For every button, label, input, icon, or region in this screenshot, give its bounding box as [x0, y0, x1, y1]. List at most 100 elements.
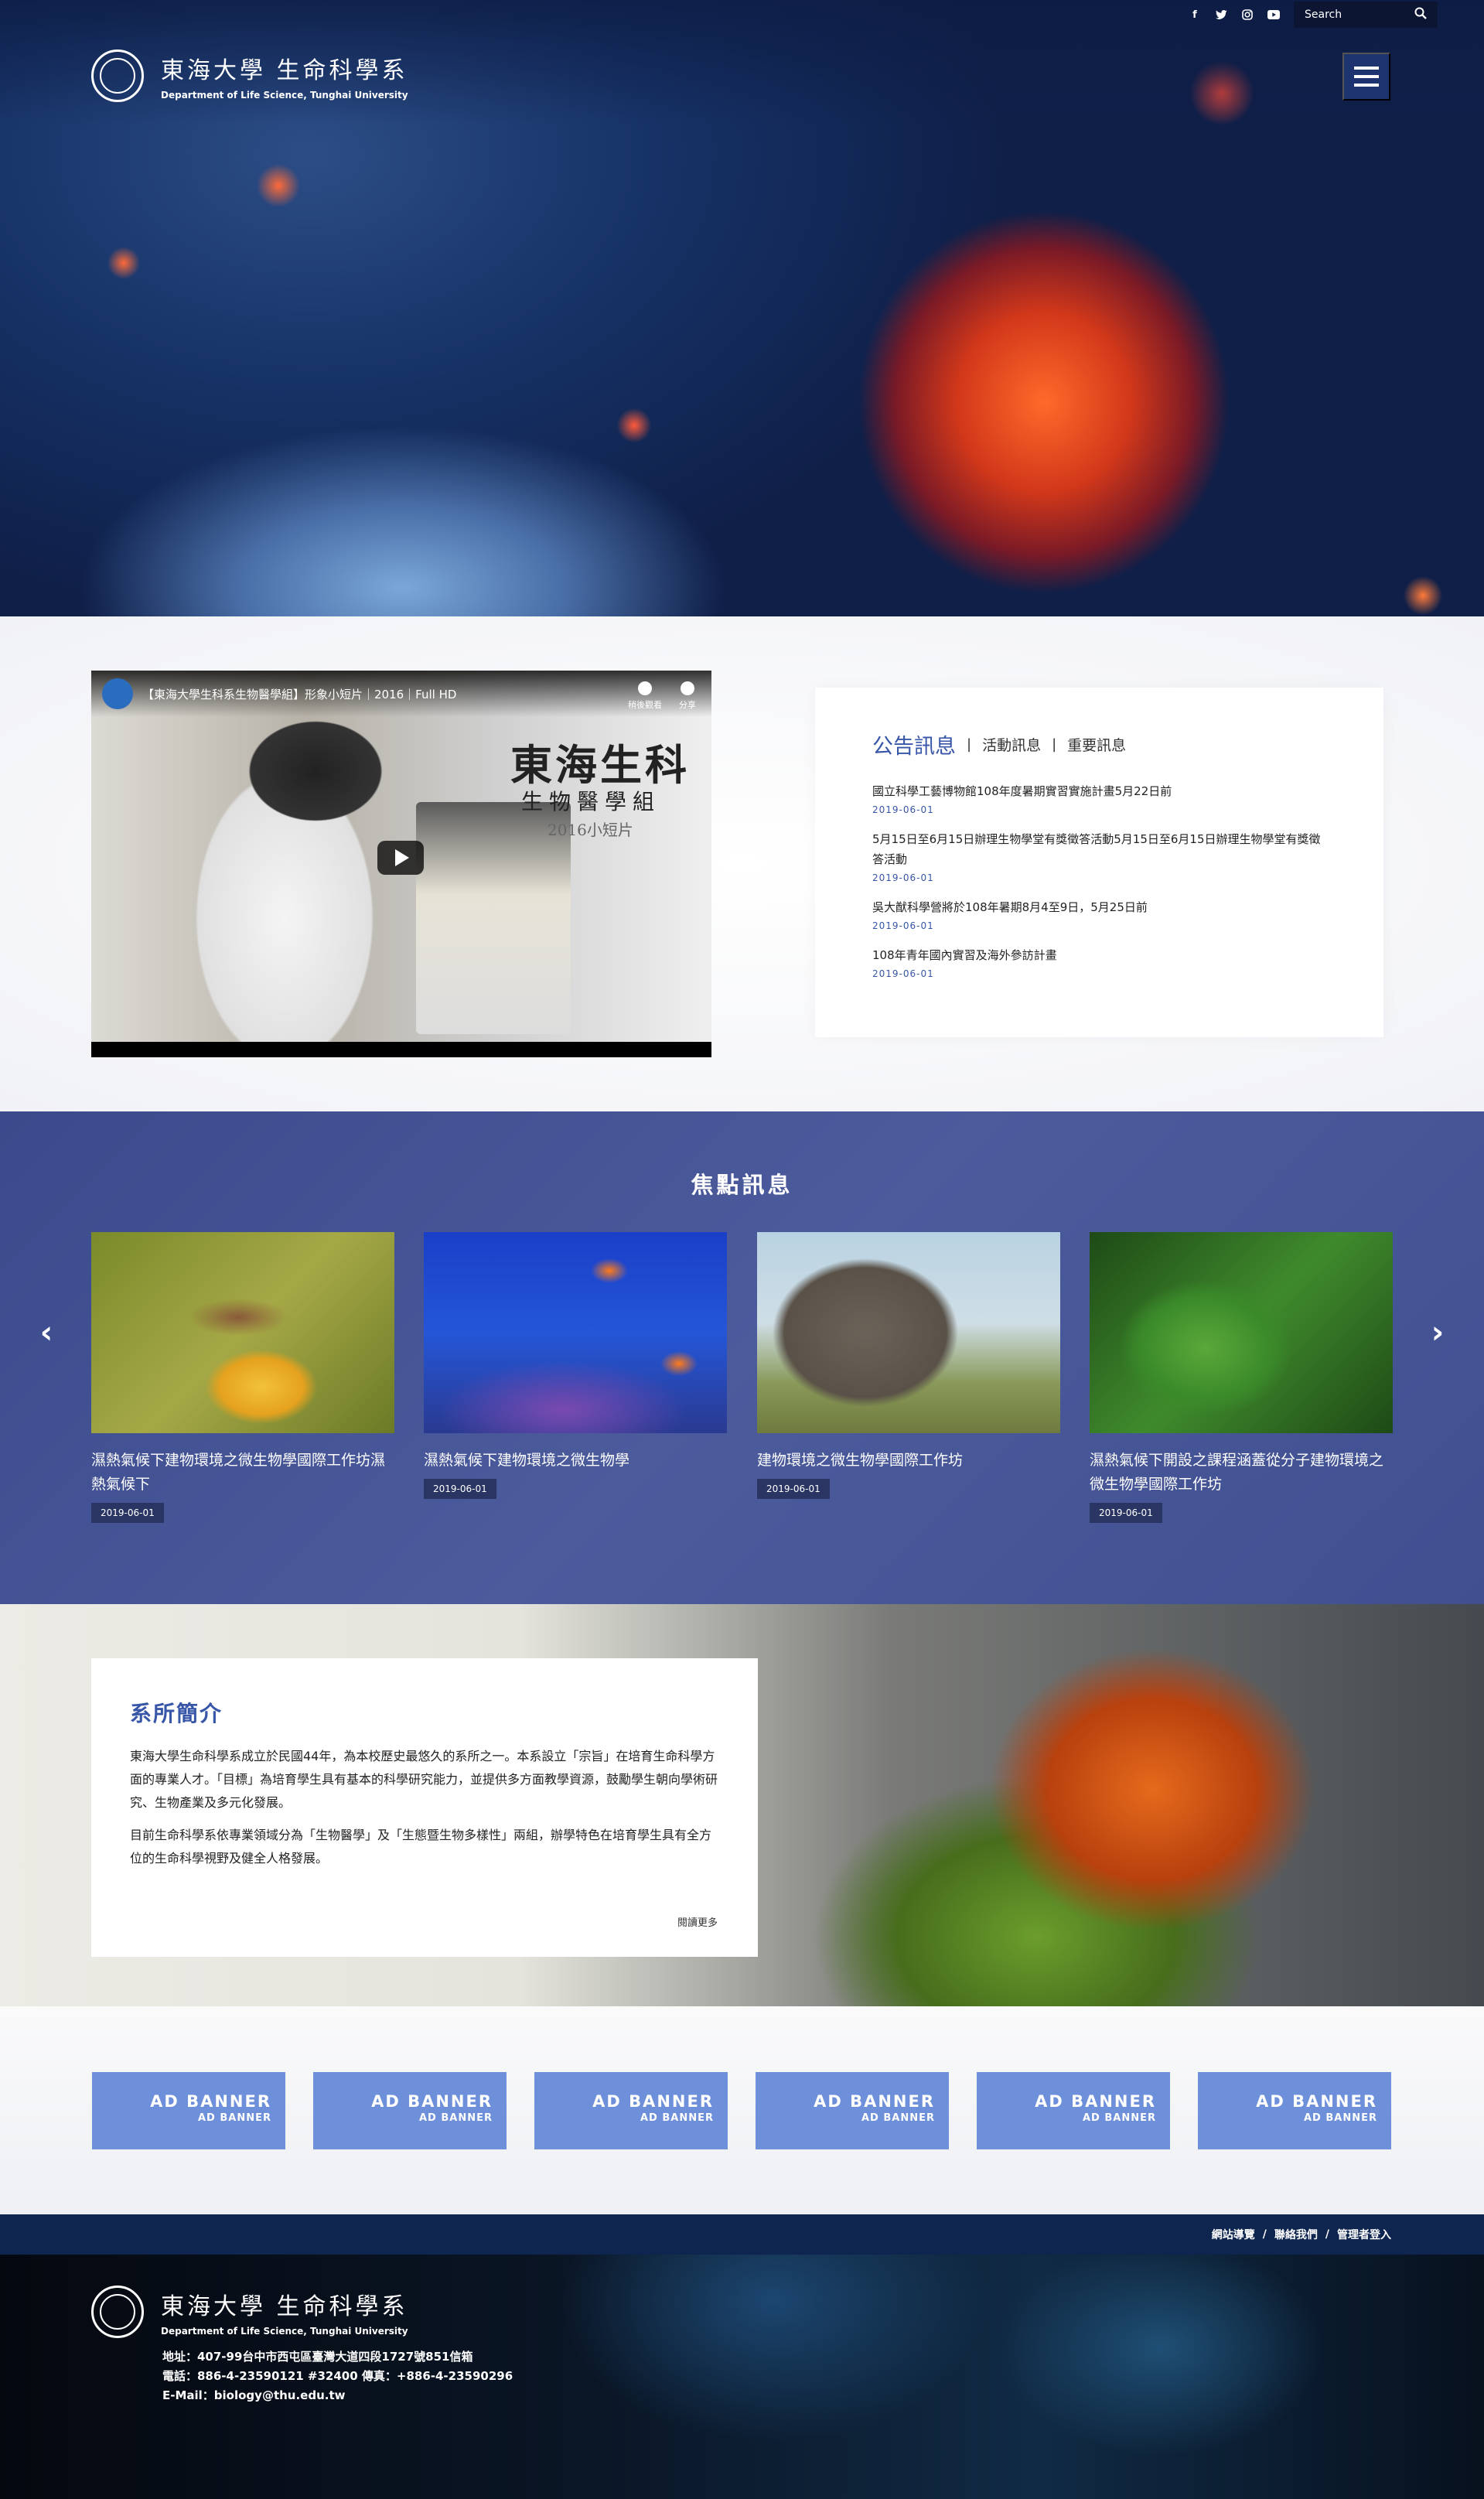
top-bar: f	[1189, 0, 1484, 29]
news-item[interactable]: 5月15日至6月15日辦理生物學堂有獎徵答活動5月15日至6月15日辦理生物學堂…	[872, 829, 1326, 883]
focus-card-title[interactable]: 建物環境之微生物學國際工作坊	[757, 1449, 1060, 1473]
news-date: 2019-06-01	[872, 804, 934, 815]
dragonfly-image[interactable]	[1090, 1232, 1393, 1433]
clownfish-image[interactable]	[424, 1232, 727, 1433]
news-date: 2019-06-01	[872, 968, 934, 979]
ad-banner-title: AD BANNER	[371, 2092, 493, 2111]
focus-card[interactable]: 建物環境之微生物學國際工作坊 2019-06-01	[757, 1232, 1060, 1499]
ad-banner[interactable]: AD BANNER AD BANNER	[756, 2072, 949, 2149]
focus-card-date: 2019-06-01	[1090, 1503, 1162, 1523]
footer-link-separator: /	[1325, 2228, 1329, 2241]
watch-later-label: 稍後觀看	[628, 700, 662, 710]
focus-section: 焦點訊息 ‹ › 濕熱氣候下建物環境之微生物學國際工作坊濕熱氣候下 2019-0…	[0, 1111, 1484, 1604]
footer: 東海大學 生命科學系 Department of Life Science, T…	[0, 2255, 1484, 2499]
clock-icon	[638, 681, 652, 695]
contact-info: 地址：407-99台中市西屯區臺灣大道四段1727號851信箱 電話：886-4…	[162, 2347, 513, 2405]
video-player[interactable]: 東海生科 生物醫學組 2016小短片 【東海大學生科系生物醫學組】形象小短片｜2…	[91, 671, 711, 1057]
watch-later-button[interactable]: 稍後觀看	[628, 681, 662, 711]
video-actions: 稍後觀看 分享	[628, 681, 696, 711]
news-item[interactable]: 108年青年國內實習及海外參訪計畫 2019-06-01	[872, 945, 1326, 979]
read-more-link[interactable]: 閱讀更多	[677, 1914, 718, 1929]
share-icon	[681, 681, 694, 695]
focus-card[interactable]: 濕熱氣候下建物環境之微生物學 2019-06-01	[424, 1232, 727, 1499]
ad-banner-section: AD BANNER AD BANNER AD BANNER AD BANNER AD…	[0, 2006, 1484, 2214]
ad-banner-subtitle: AD BANNER	[198, 2112, 271, 2124]
ad-banner-subtitle: AD BANNER	[419, 2112, 493, 2124]
ad-banner-subtitle: AD BANNER	[640, 2112, 714, 2124]
facebook-icon[interactable]: f	[1189, 9, 1201, 21]
channel-avatar[interactable]	[102, 678, 133, 709]
ad-banner-title: AD BANNER	[814, 2092, 935, 2111]
twitter-icon[interactable]	[1215, 9, 1227, 21]
focus-card[interactable]: 濕熱氣候下建物環境之微生物學國際工作坊濕熱氣候下 2019-06-01	[91, 1232, 394, 1523]
ad-banner[interactable]: AD BANNER AD BANNER	[534, 2072, 728, 2149]
focus-card-title[interactable]: 濕熱氣候下開設之課程涵蓋從分子建物環境之微生物學國際工作坊	[1090, 1449, 1393, 1497]
email-text: E-Mail：biology@thu.edu.tw	[162, 2388, 346, 2402]
address-text: 地址：407-99台中市西屯區臺灣大道四段1727號851信箱	[162, 2350, 473, 2364]
hamburger-menu-icon[interactable]	[1342, 53, 1390, 101]
news-item[interactable]: 國立科學工藝博物館108年度暑期實習實施計畫5月22日前 2019-06-01	[872, 781, 1326, 815]
focus-card[interactable]: 濕熱氣候下開設之課程涵蓋從分子建物環境之微生物學國際工作坊 2019-06-01	[1090, 1232, 1393, 1523]
ad-banner-title: AD BANNER	[592, 2092, 714, 2111]
news-tabs: 公告訊息 | 活動訊息 | 重要訊息	[872, 729, 1326, 760]
about-title: 系所簡介	[130, 1701, 223, 1726]
news-title[interactable]: 108年青年國內實習及海外參訪計畫	[872, 945, 1326, 965]
youtube-icon[interactable]	[1267, 9, 1280, 21]
about-paragraph: 東海大學生命科學系成立於民國44年，為本校歷史最悠久的系所之一。本系設立「宗旨」…	[130, 1749, 718, 1810]
ad-banner-title: AD BANNER	[1256, 2092, 1377, 2111]
search-input[interactable]	[1305, 9, 1405, 21]
focus-card-date: 2019-06-01	[91, 1503, 164, 1523]
search-icon[interactable]	[1414, 7, 1427, 22]
play-icon[interactable]	[377, 841, 424, 875]
footer-link-bar: 網站導覽 / 聯絡我們 / 管理者登入	[0, 2214, 1484, 2255]
intro-section: 東海生科 生物醫學組 2016小短片 【東海大學生科系生物醫學組】形象小短片｜2…	[0, 616, 1484, 1111]
video-title-bar: 【東海大學生科系生物醫學組】形象小短片｜2016｜Full HD	[91, 671, 711, 717]
video-caption: 2016小短片	[548, 821, 633, 839]
focus-card-date: 2019-06-01	[757, 1479, 830, 1499]
student-figure	[161, 717, 416, 1042]
footer-logo: 東海大學 生命科學系 Department of Life Science, T…	[91, 2286, 408, 2338]
news-date: 2019-06-01	[872, 872, 934, 883]
instagram-icon[interactable]	[1241, 9, 1254, 21]
news-title[interactable]: 5月15日至6月15日辦理生物學堂有獎徵答活動5月15日至6月15日辦理生物學堂…	[872, 829, 1326, 869]
hummingbird-image[interactable]	[91, 1232, 394, 1433]
video-title[interactable]: 【東海大學生科系生物醫學組】形象小短片｜2016｜Full HD	[142, 686, 456, 702]
news-panel: 公告訊息 | 活動訊息 | 重要訊息 國立科學工藝博物館108年度暑期實習實施計…	[815, 688, 1383, 1037]
university-seal-icon	[91, 2286, 144, 2338]
news-title[interactable]: 國立科學工藝博物館108年度暑期實習實施計畫5月22日前	[872, 781, 1326, 801]
brand-name-en: Department of Life Science, Tunghai Univ…	[161, 90, 408, 101]
about-section: 系所簡介 東海大學生命科學系成立於民國44年，為本校歷史最悠久的系所之一。本系設…	[0, 1604, 1484, 2006]
video-headline: 東海生科	[510, 740, 690, 790]
chevron-right-icon[interactable]: ›	[1426, 1317, 1449, 1348]
ad-banner-subtitle: AD BANNER	[1083, 2112, 1156, 2124]
ad-banner[interactable]: AD BANNER AD BANNER	[313, 2072, 507, 2149]
ad-banner-title: AD BANNER	[150, 2092, 271, 2111]
chevron-left-icon[interactable]: ‹	[35, 1317, 58, 1348]
ad-banner-subtitle: AD BANNER	[1304, 2112, 1377, 2124]
tab-separator: |	[1052, 736, 1057, 753]
focus-card-date: 2019-06-01	[424, 1479, 496, 1499]
focus-card-title[interactable]: 濕熱氣候下建物環境之微生物學	[424, 1449, 727, 1473]
news-item[interactable]: 吳大猷科學營將於108年暑期8月4至9日，5月25日前 2019-06-01	[872, 897, 1326, 931]
elephant-image[interactable]	[757, 1232, 1060, 1433]
sitemap-link[interactable]: 網站導覽	[1212, 2227, 1255, 2242]
ad-banner[interactable]: AD BANNER AD BANNER	[1198, 2072, 1391, 2149]
ad-banner[interactable]: AD BANNER AD BANNER	[977, 2072, 1170, 2149]
news-date: 2019-06-01	[872, 920, 934, 931]
university-seal-icon	[91, 50, 144, 102]
ad-banner-subtitle: AD BANNER	[861, 2112, 935, 2124]
ad-banner[interactable]: AD BANNER AD BANNER	[92, 2072, 285, 2149]
tab-events[interactable]: 活動訊息	[982, 734, 1041, 755]
about-paragraph: 目前生命科學系依專業領域分為「生物醫學」及「生態暨生物多樣性」兩組，辦學特色在培…	[130, 1828, 712, 1866]
contact-link[interactable]: 聯絡我們	[1274, 2227, 1318, 2242]
site-logo[interactable]: 東海大學 生命科學系 Department of Life Science, T…	[91, 50, 408, 102]
footer-brand-en: Department of Life Science, Tunghai Univ…	[161, 2326, 408, 2337]
search-box	[1294, 2, 1438, 28]
admin-login-link[interactable]: 管理者登入	[1337, 2227, 1391, 2242]
share-button[interactable]: 分享	[679, 681, 696, 711]
focus-card-title[interactable]: 濕熱氣候下建物環境之微生物學國際工作坊濕熱氣候下	[91, 1449, 394, 1497]
tab-announcements[interactable]: 公告訊息	[872, 729, 956, 760]
tab-separator: |	[967, 736, 972, 753]
news-title[interactable]: 吳大猷科學營將於108年暑期8月4至9日，5月25日前	[872, 897, 1326, 917]
tab-important[interactable]: 重要訊息	[1067, 734, 1126, 755]
